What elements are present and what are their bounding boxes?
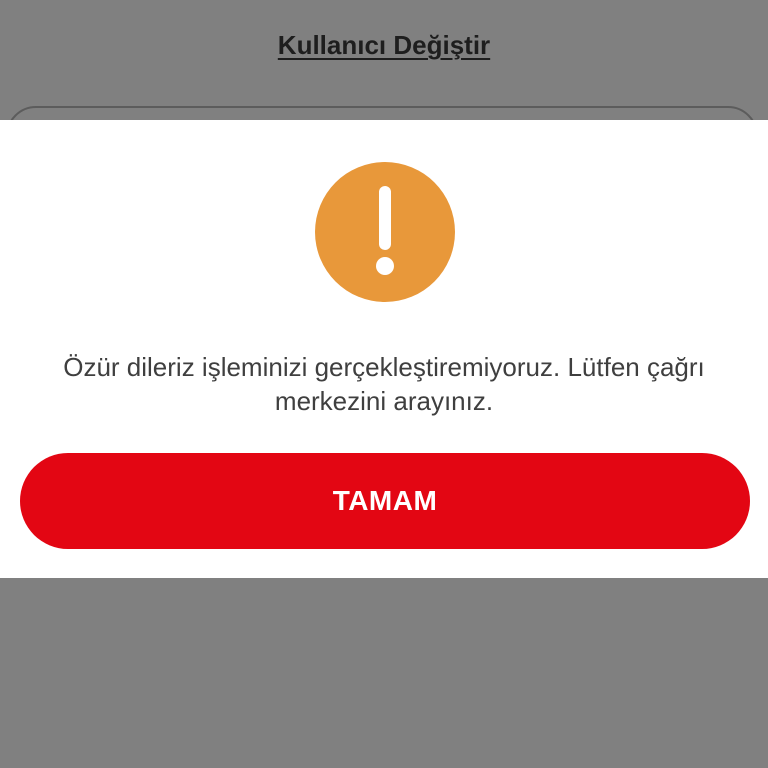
ok-button[interactable]: TAMAM xyxy=(20,453,750,549)
switch-user-link[interactable]: Kullanıcı Değiştir xyxy=(0,30,768,61)
alert-dialog: Özür dileriz işleminizi gerçekleştiremiy… xyxy=(0,120,768,578)
screen: Kullanıcı Değiştir Özür dileriz işlemini… xyxy=(0,0,768,768)
exclamation-icon-glyph xyxy=(376,186,394,275)
error-message: Özür dileriz işleminizi gerçekleştiremiy… xyxy=(63,352,705,416)
exclamation-icon xyxy=(315,162,455,302)
